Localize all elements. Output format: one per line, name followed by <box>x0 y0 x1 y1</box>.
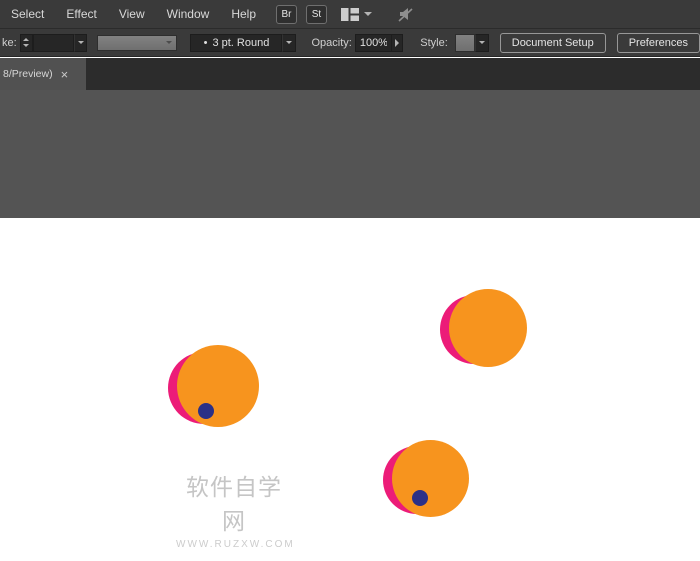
artwork-circle[interactable] <box>440 286 526 372</box>
artwork-circle[interactable] <box>383 437 468 522</box>
orange-circle-shape <box>177 345 259 427</box>
navy-dot-shape <box>412 490 428 506</box>
orange-circle-shape <box>392 440 469 517</box>
navy-dot-shape <box>198 403 214 419</box>
artwork-circle[interactable] <box>168 342 258 432</box>
artwork-layer <box>0 0 700 561</box>
orange-circle-shape <box>449 289 527 367</box>
